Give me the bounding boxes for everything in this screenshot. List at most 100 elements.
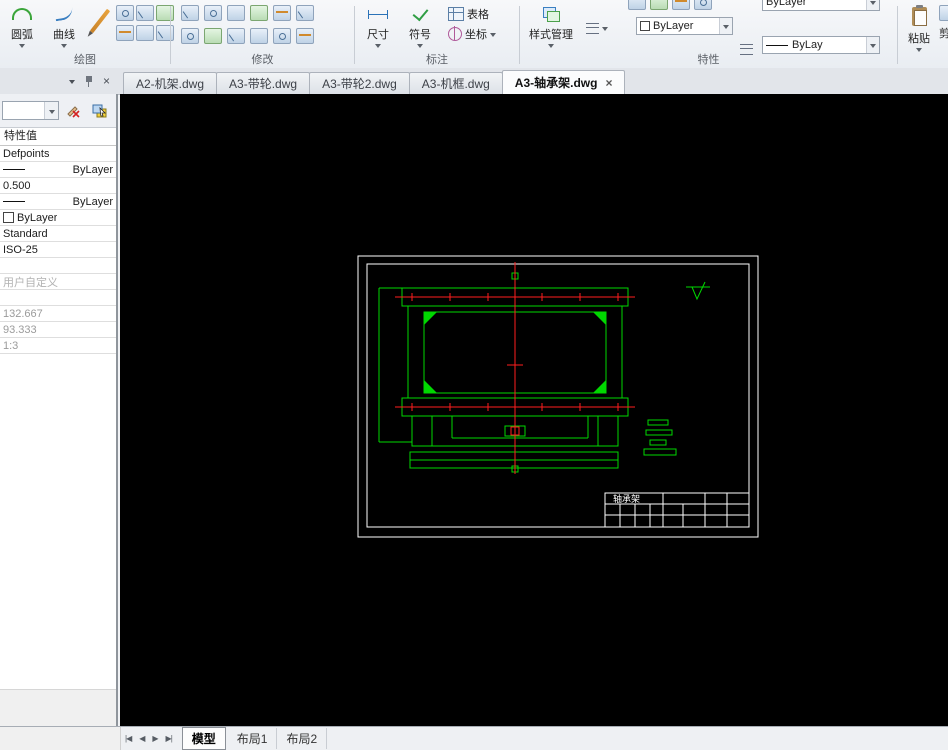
coordinate-button[interactable]: 坐标 — [445, 24, 499, 44]
prop-row-scale[interactable]: 1:3 — [0, 338, 116, 354]
color-combobox[interactable]: ByLayer — [762, 0, 880, 11]
prop-value-layer: Defpoints — [3, 147, 50, 160]
layer-menu-button[interactable] — [583, 18, 611, 38]
table-button[interactable]: 表格 — [445, 4, 499, 24]
panel-label-annotate: 标注 — [426, 54, 448, 66]
prop-row-height[interactable]: 93.333 — [0, 322, 116, 338]
panel-menu-icon[interactable] — [68, 80, 75, 84]
properties-title: 特性值 — [4, 130, 37, 142]
last-tab-icon[interactable]: ▶| — [162, 734, 176, 743]
drawing-canvas[interactable]: 轴承架 — [120, 94, 948, 726]
chevron-down-icon — [602, 27, 608, 31]
draw-tool-icon[interactable] — [136, 25, 154, 41]
prop-row-width[interactable]: 132.667 — [0, 306, 116, 322]
prop-value-height: 93.333 — [3, 323, 37, 336]
doc-tab[interactable]: A3-带轮.dwg — [216, 72, 311, 94]
paste-button[interactable]: 粘贴 — [900, 2, 938, 64]
style-manager-button[interactable]: 样式管理 — [526, 2, 576, 54]
modify-tool-icon[interactable] — [296, 28, 314, 44]
draw-tool-icon[interactable] — [136, 5, 154, 21]
modify-tool-icon[interactable] — [181, 28, 199, 44]
prop-row-textstyle[interactable]: Standard — [0, 226, 116, 242]
color-swatch-icon — [3, 212, 14, 223]
pick-object-button[interactable] — [88, 99, 110, 121]
modify-tool-icon[interactable] — [273, 28, 291, 44]
modify-tool-icon[interactable] — [296, 5, 314, 21]
property-filter-combobox[interactable] — [2, 101, 59, 120]
cut-label: 剪 — [939, 28, 948, 40]
annotate-column: 表格 坐标 — [445, 4, 499, 44]
curve-button[interactable]: 曲线 — [44, 2, 84, 54]
panel-footer-area — [0, 689, 116, 726]
prop-row-linetype[interactable]: ByLayer — [0, 162, 116, 178]
prop-row-dimstyle[interactable]: ISO-25 — [0, 242, 116, 258]
doc-tab[interactable]: A2-机架.dwg — [123, 72, 218, 94]
panel-label-modify: 修改 — [251, 54, 274, 66]
prop-value-linetype2: ByLayer — [72, 195, 113, 208]
ribbon-group-properties: 样式管理 ByLayer ByLayer ByLay 特性 — [520, 0, 897, 68]
close-tab-icon[interactable]: × — [605, 76, 612, 90]
first-tab-icon[interactable]: |◀ — [121, 734, 135, 743]
arc-icon — [11, 4, 33, 24]
coordinate-icon — [448, 26, 462, 41]
pencil-x-icon — [67, 106, 80, 118]
quick-tool-icon[interactable] — [650, 0, 668, 10]
doc-tab-label: A3-带轮2.dwg — [322, 77, 397, 91]
arc-button[interactable]: 圆弧 — [2, 2, 42, 54]
doc-tab[interactable]: A3-机框.dwg — [408, 72, 503, 94]
cut-button-clipped[interactable]: 剪 — [939, 5, 948, 41]
layer-combobox[interactable]: ByLayer — [636, 17, 733, 35]
title-block-name: 轴承架 — [613, 493, 640, 504]
edit-cancel-button[interactable] — [62, 99, 84, 121]
prop-row-layer[interactable]: Defpoints — [0, 146, 116, 162]
properties-panel: 特性值 Defpoints ByLayer 0.500 ByLayer ByLa… — [0, 94, 118, 726]
modify-tool-grid — [181, 5, 315, 47]
modify-tool-icon[interactable] — [250, 28, 268, 44]
coordinate-label: 坐标 — [465, 29, 487, 41]
modify-tool-icon[interactable] — [204, 28, 222, 44]
prop-row-linetype2[interactable]: ByLayer — [0, 194, 116, 210]
quick-tool-icon[interactable] — [672, 0, 690, 10]
prop-value-color: ByLayer — [17, 211, 58, 224]
ribbon-group-annotate: 尺寸 符号 表格 坐标 标注 — [355, 0, 519, 68]
modify-tool-icon[interactable] — [250, 5, 268, 21]
prop-row-lineweight[interactable]: 0.500 — [0, 178, 116, 194]
panel-label-properties: 特性 — [697, 54, 720, 66]
combo-arrow-button[interactable] — [866, 0, 879, 10]
draw-tool-icon[interactable] — [116, 25, 134, 41]
modify-tool-icon[interactable] — [181, 5, 199, 21]
next-tab-icon[interactable]: ▶ — [148, 734, 161, 743]
dimension-button[interactable]: 尺寸 — [359, 2, 397, 54]
statusbar-left-filler — [0, 727, 121, 750]
symbol-button[interactable]: 符号 — [401, 2, 439, 54]
pin-icon[interactable] — [84, 75, 94, 87]
chevron-down-icon — [19, 44, 25, 48]
chevron-down-icon — [375, 44, 381, 48]
layer-value: ByLayer — [653, 20, 694, 32]
style-manager-label: 样式管理 — [529, 29, 573, 41]
cut-icon — [939, 5, 948, 21]
modify-tool-icon[interactable] — [273, 5, 291, 21]
modify-tool-icon[interactable] — [227, 5, 245, 21]
prop-row-color[interactable]: ByLayer — [0, 210, 116, 226]
prop-value-width: 132.667 — [3, 307, 43, 320]
modify-tool-icon[interactable] — [227, 28, 245, 44]
document-tabs: A2-机架.dwg A3-带轮.dwg A3-带轮2.dwg A3-机框.dwg… — [123, 70, 626, 94]
quick-tool-icon[interactable] — [694, 0, 712, 10]
sketch-button[interactable] — [86, 2, 114, 54]
doc-tab-active[interactable]: A3-轴承架.dwg × — [501, 70, 626, 94]
quick-tool-icon[interactable] — [628, 0, 646, 10]
doc-tab[interactable]: A3-带轮2.dwg — [309, 72, 410, 94]
combo-arrow-button[interactable] — [719, 18, 732, 34]
panel-toolbar — [0, 94, 116, 128]
draw-tool-icon[interactable] — [116, 5, 134, 21]
tab-layout1[interactable]: 布局1 — [228, 728, 278, 749]
tab-layout2[interactable]: 布局2 — [277, 728, 328, 749]
linetype-value: ByLay — [792, 39, 823, 51]
panel-close-icon[interactable]: × — [103, 75, 110, 87]
prev-tab-icon[interactable]: ◀ — [135, 734, 148, 743]
modify-tool-icon[interactable] — [204, 5, 222, 21]
ribbon: 圆弧 曲线 绘图 修改 尺寸 符号 表格 坐标 标注 样式管理 ByLayer … — [0, 0, 948, 69]
tab-model[interactable]: 模型 — [181, 727, 226, 750]
combo-arrow-button[interactable] — [44, 102, 58, 119]
